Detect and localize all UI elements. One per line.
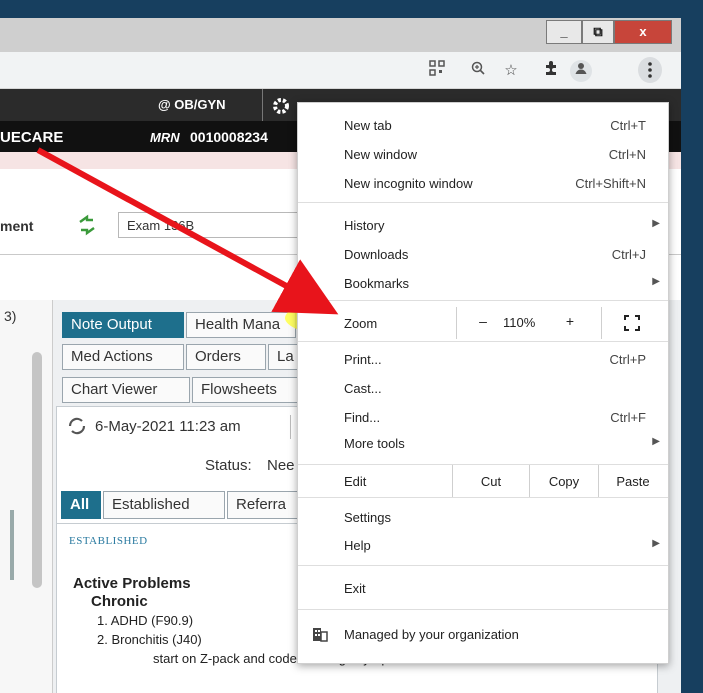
desktop-edge	[681, 0, 703, 693]
red-arrow-icon	[36, 147, 339, 315]
red-arrow-annotation	[36, 147, 339, 315]
